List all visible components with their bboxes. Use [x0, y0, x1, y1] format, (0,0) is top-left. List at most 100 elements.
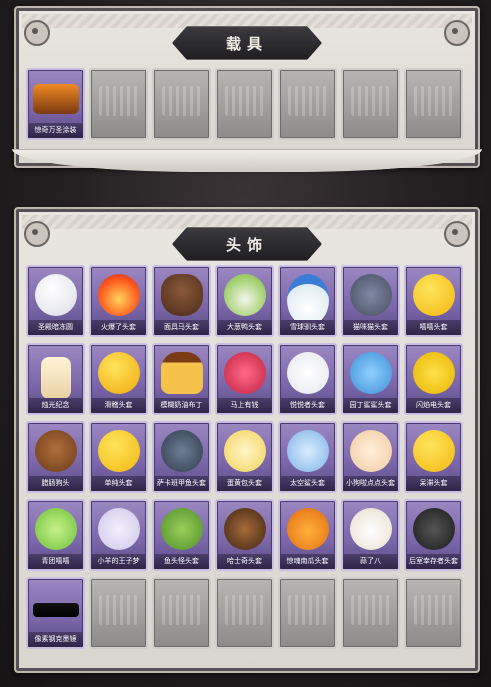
headwear-grid: 圣殿暗冻圆 火爆了头套 面具马头套 大葱鸭头套 雪球驯头套 猫咪猫头套 嘻嘻头套烛光纪念 滑稽…	[26, 265, 463, 649]
item-card[interactable]: 蒜了八	[341, 499, 400, 571]
ornament-icon	[24, 221, 50, 247]
pumpkin-icon	[286, 508, 329, 550]
item-label: 萨卡班甲鱼头套	[154, 476, 209, 491]
item-card[interactable]: 面具马头套	[152, 265, 211, 337]
item-label: 像素钢克墨镜	[28, 632, 83, 647]
item-card[interactable]: 小狗啦点点头套	[341, 421, 400, 493]
item-label: 雪球驯头套	[280, 320, 335, 335]
item-card[interactable]: 呆滞头套	[404, 421, 463, 493]
horse-head-icon	[160, 274, 203, 316]
fire-face-icon	[97, 274, 140, 316]
item-card[interactable]: 悦悦者头套	[278, 343, 337, 415]
empty-slot[interactable]	[152, 577, 211, 649]
empty-slot[interactable]	[341, 68, 400, 140]
empty-slot[interactable]	[89, 577, 148, 649]
item-label: 面具马头套	[154, 320, 209, 335]
green-bun-icon	[34, 508, 77, 550]
gas-mask-icon	[412, 508, 455, 550]
empty-slot[interactable]	[89, 68, 148, 140]
empty-slot[interactable]	[278, 68, 337, 140]
cloud-head-icon	[286, 352, 329, 394]
ornament-icon	[444, 20, 470, 46]
vehicle-section-title: 载具	[172, 26, 322, 60]
item-label: 腊肠狗头	[28, 476, 83, 491]
item-card[interactable]: 萨卡班甲鱼头套	[152, 421, 211, 493]
item-card[interactable]: 圣殿暗冻圆	[26, 265, 85, 337]
item-card[interactable]: 像素钢克墨镜	[26, 577, 85, 649]
sheep-prince-icon	[97, 508, 140, 550]
item-label: 小狗啦点点头套	[343, 476, 398, 491]
item-card[interactable]: 嘻嘻头套	[404, 265, 463, 337]
scroll-footer	[12, 149, 482, 172]
item-label: 园丁鲨鲨头套	[343, 398, 398, 413]
snowman-head-icon	[286, 274, 329, 326]
item-card[interactable]: 马上有钱	[215, 343, 274, 415]
item-label: 模糊奶油布丁	[154, 398, 209, 413]
item-label: 小羊的王子梦	[91, 554, 146, 569]
ornament-icon	[444, 221, 470, 247]
smirk-emoji-icon	[97, 352, 140, 394]
item-card[interactable]: 青团嘻嘻	[26, 499, 85, 571]
halloween-truck-icon	[32, 84, 79, 114]
egg-yolk-icon	[223, 430, 266, 472]
dizzy-face-icon	[349, 430, 392, 472]
item-card[interactable]: 雪球驯头套	[278, 265, 337, 337]
white-blob-icon	[34, 274, 77, 316]
item-card[interactable]: 腊肠狗头	[26, 421, 85, 493]
dachshund-icon	[34, 430, 77, 472]
fish-head-icon	[160, 430, 203, 472]
item-card[interactable]: 后室幸存者头套	[404, 499, 463, 571]
item-label: 圣殿暗冻圆	[28, 320, 83, 335]
item-label: 大葱鸭头套	[217, 320, 272, 335]
item-label: 太空鲨头套	[280, 476, 335, 491]
item-card[interactable]: 模糊奶油布丁	[152, 343, 211, 415]
item-card[interactable]: 火爆了头套	[89, 265, 148, 337]
grey-cat-icon	[349, 274, 392, 316]
item-label: 单纯头套	[91, 476, 146, 491]
item-card[interactable]: 大葱鸭头套	[215, 265, 274, 337]
empty-slot[interactable]	[215, 68, 274, 140]
fish-monster-icon	[160, 508, 203, 550]
garlic-icon	[349, 508, 392, 550]
item-card[interactable]: 园丁鲨鲨头套	[341, 343, 400, 415]
item-card[interactable]: 哈士奇头套	[215, 499, 274, 571]
headwear-section-title: 头饰	[172, 227, 322, 261]
empty-slot[interactable]	[404, 68, 463, 140]
shark-head-icon	[349, 352, 392, 394]
item-label: 悦悦者头套	[280, 398, 335, 413]
item-label: 青团嘻嘻	[28, 554, 83, 569]
empty-slot[interactable]	[215, 577, 274, 649]
item-card[interactable]: 烛光纪念	[26, 343, 85, 415]
item-card[interactable]: 鱼头怪头套	[152, 499, 211, 571]
headwear-panel: 头饰 圣殿暗冻圆 火爆了头套 面具马头套 大葱鸭头套 雪球驯头套 猫咪猫头套 嘻嘻头套烛光纪…	[14, 207, 480, 673]
item-label: 鱼头怪头套	[154, 554, 209, 569]
item-card[interactable]: 小羊的王子梦	[89, 499, 148, 571]
item-label: 惊魂南瓜头套	[280, 554, 335, 569]
candle-icon	[40, 357, 71, 399]
electric-mouse-icon	[412, 352, 455, 394]
dog-sunglasses-icon	[223, 508, 266, 550]
item-card[interactable]: 蛋黄包头套	[215, 421, 274, 493]
empty-slot[interactable]	[341, 577, 400, 649]
item-label: 滑稽头套	[91, 398, 146, 413]
item-label: 蛋黄包头套	[217, 476, 272, 491]
grin-emoji-icon	[412, 274, 455, 316]
item-card[interactable]: 猫咪猫头套	[341, 265, 400, 337]
item-card[interactable]: 惊魂南瓜头套	[278, 499, 337, 571]
space-shark-icon	[286, 430, 329, 472]
red-horse-icon	[223, 352, 266, 394]
plain-emoji-icon	[97, 430, 140, 472]
item-card[interactable]: 惊奇万圣涂装	[26, 68, 85, 140]
stare-emoji-icon	[412, 430, 455, 472]
item-card[interactable]: 闪焰电头套	[404, 343, 463, 415]
item-card[interactable]: 单纯头套	[89, 421, 148, 493]
vehicle-panel: 载具 惊奇万圣涂装	[12, 6, 482, 172]
empty-slot[interactable]	[404, 577, 463, 649]
scallion-head-icon	[223, 274, 266, 316]
empty-slot[interactable]	[152, 68, 211, 140]
item-label: 嘻嘻头套	[406, 320, 461, 335]
item-card[interactable]: 太空鲨头套	[278, 421, 337, 493]
item-card[interactable]: 滑稽头套	[89, 343, 148, 415]
empty-slot[interactable]	[278, 577, 337, 649]
vehicle-grid: 惊奇万圣涂装	[26, 68, 463, 140]
